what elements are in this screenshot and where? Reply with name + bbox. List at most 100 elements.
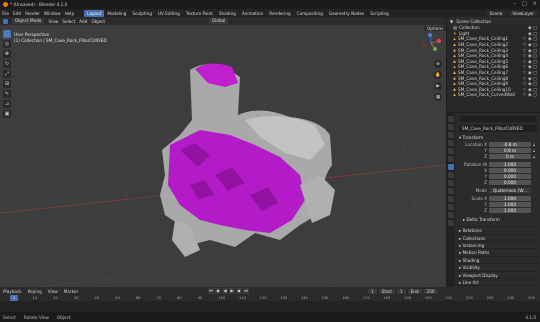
eye-icon[interactable]: ◉ ▢: [528, 70, 537, 75]
play-icon[interactable]: ▶: [229, 288, 235, 294]
tab-animation[interactable]: Animation: [239, 10, 266, 17]
relations-section[interactable]: Relations: [457, 226, 539, 233]
eye-icon[interactable]: ◉ ▢: [528, 59, 537, 64]
measure-tool[interactable]: ⊿: [3, 100, 11, 108]
editor-type-icon[interactable]: [3, 18, 8, 24]
line-art-section[interactable]: Line Art: [457, 278, 539, 285]
material-tab-icon[interactable]: [448, 212, 454, 218]
menu-help[interactable]: Help: [65, 11, 75, 16]
perspective-grid-icon[interactable]: ▦: [434, 93, 442, 101]
scene-selector[interactable]: Scene: [486, 10, 506, 16]
navigation-gizmo[interactable]: [420, 32, 442, 54]
tab-geometry-nodes[interactable]: Geometry Nodes: [326, 10, 367, 17]
texture-tab-icon[interactable]: [448, 220, 454, 226]
rotate-tool[interactable]: ↻: [3, 60, 11, 68]
eye-icon[interactable]: ◉ ▢: [528, 31, 537, 36]
menu-window[interactable]: Window: [44, 11, 61, 16]
orientation-dropdown[interactable]: Global: [209, 18, 229, 24]
eye-icon[interactable]: ◉ ▢: [528, 76, 537, 81]
scale-z-field[interactable]: 1.000: [489, 207, 531, 213]
3d-viewport[interactable]: [0, 25, 446, 287]
collections-section[interactable]: Collections: [457, 233, 539, 241]
location-x-field[interactable]: -0.8 m: [489, 141, 531, 147]
menu-render[interactable]: Render: [25, 11, 40, 16]
select-box-tool[interactable]: ⬚: [3, 30, 11, 38]
tab-rendering[interactable]: Rendering: [266, 10, 293, 17]
shading-section[interactable]: Shading: [457, 255, 539, 263]
tab-sculpting[interactable]: Sculpting: [129, 10, 155, 17]
object-name-field[interactable]: SM_Cave_Rock_PillarCURVED: [459, 125, 537, 132]
render-tab-icon[interactable]: [448, 124, 454, 130]
maximize-icon[interactable]: □: [522, 1, 527, 7]
view-layer-tab-icon[interactable]: [448, 140, 454, 146]
instancing-section[interactable]: Instancing: [457, 241, 539, 248]
pan-hand-icon[interactable]: ✋: [434, 71, 442, 79]
close-icon[interactable]: ×: [533, 1, 537, 7]
transform-tool[interactable]: ⊞: [3, 80, 11, 88]
eye-icon[interactable]: ◉ ▢: [528, 53, 537, 58]
end-frame-field[interactable]: 250: [423, 288, 438, 294]
rotation-z-field[interactable]: 0.000: [489, 180, 531, 186]
tab-uv-editing[interactable]: UV Editing: [155, 10, 183, 17]
jump-end-icon[interactable]: ⏭: [243, 288, 249, 294]
tab-layout[interactable]: Layout: [84, 9, 105, 17]
eye-icon[interactable]: ◉ ▢: [528, 64, 537, 69]
current-frame-field[interactable]: 1: [368, 288, 377, 294]
camera-view-icon[interactable]: ▶: [434, 82, 442, 90]
eye-icon[interactable]: ◉ ▢: [528, 81, 537, 86]
location-z-field[interactable]: 0 m: [489, 154, 531, 160]
eye-icon[interactable]: ◉ ▢: [528, 87, 537, 92]
viewport-display-section[interactable]: Viewport Display: [457, 270, 539, 278]
eye-icon[interactable]: ◉ ▢: [528, 92, 537, 97]
timeline-ruler[interactable]: 0102030405060708090100110120130140150160…: [0, 295, 540, 301]
scale-tool[interactable]: ⤢: [3, 70, 11, 78]
prev-key-icon[interactable]: ◆: [215, 288, 221, 294]
eye-icon[interactable]: ◉ ▢: [528, 48, 537, 53]
keying-menu[interactable]: Keying: [28, 289, 42, 294]
marker-menu[interactable]: Marker: [64, 289, 78, 294]
transform-section-header[interactable]: Transform: [457, 135, 539, 141]
world-tab-icon[interactable]: [448, 156, 454, 162]
tab-modeling[interactable]: Modeling: [104, 10, 129, 17]
lock-icon[interactable]: 🔒︎: [533, 148, 535, 153]
location-y-field[interactable]: 0.8 m: [489, 148, 531, 154]
lock-icon[interactable]: 🔒︎: [533, 154, 535, 159]
add-menu[interactable]: Add: [79, 19, 87, 24]
mode-dropdown[interactable]: Object Mode: [12, 18, 45, 24]
delta-transform-header[interactable]: Delta Transform: [457, 217, 539, 223]
select-menu[interactable]: Select: [62, 19, 75, 24]
playback-menu[interactable]: Playback: [3, 289, 22, 294]
start-frame-field[interactable]: 1: [396, 288, 406, 294]
timeline-view-menu[interactable]: View: [48, 289, 58, 294]
tool-tab-icon[interactable]: [448, 116, 454, 122]
object-menu[interactable]: Object: [91, 19, 105, 24]
scene-tab-icon[interactable]: [448, 148, 454, 154]
play-reverse-icon[interactable]: ◀: [222, 288, 228, 294]
particles-tab-icon[interactable]: [448, 180, 454, 186]
rotation-mode-dropdown[interactable]: Quaternion (W...: [489, 188, 531, 194]
eye-icon[interactable]: ◉ ▢: [528, 42, 537, 47]
constraints-tab-icon[interactable]: [448, 196, 454, 202]
eye-icon[interactable]: ◉ ▢: [528, 25, 537, 30]
rotation-w-field[interactable]: 1.000: [489, 161, 531, 167]
visibility-section[interactable]: Visibility: [457, 263, 539, 270]
output-tab-icon[interactable]: [448, 132, 454, 138]
lock-icon[interactable]: 🔒︎: [533, 142, 535, 147]
rotation-x-field[interactable]: 0.000: [489, 168, 531, 174]
modifier-tab-icon[interactable]: [448, 172, 454, 178]
rotation-y-field[interactable]: 0.000: [489, 174, 531, 180]
next-key-icon[interactable]: ◆: [236, 288, 242, 294]
tab-shading[interactable]: Shading: [216, 10, 239, 17]
zoom-icon[interactable]: ⊕: [434, 60, 442, 68]
tab-scripting[interactable]: Scripting: [367, 10, 392, 17]
annotate-tool[interactable]: ✎: [3, 90, 11, 98]
eye-icon[interactable]: ◉ ▢: [528, 36, 537, 41]
properties-search-input[interactable]: [459, 116, 537, 122]
view-layer-selector[interactable]: ViewLayer: [509, 10, 537, 16]
menu-file[interactable]: File: [2, 11, 9, 16]
minimize-icon[interactable]: –: [514, 1, 517, 7]
outliner-filter-icon[interactable]: ▼: [450, 19, 453, 24]
outliner-row-object[interactable]: SM_Cave_Rock_CurvedWall ▽ ◉ ▢: [447, 92, 540, 98]
move-tool[interactable]: ✥: [3, 50, 11, 58]
cursor-tool[interactable]: ◎: [3, 40, 11, 48]
